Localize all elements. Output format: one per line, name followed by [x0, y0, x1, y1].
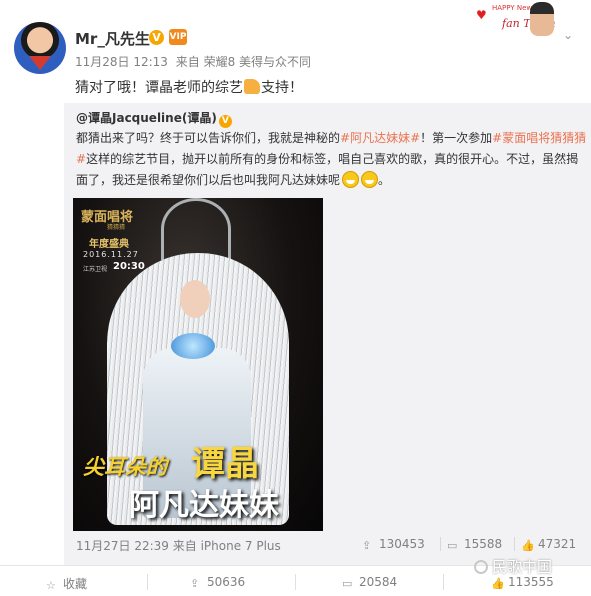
- poster-caption-3: 阿凡达妹妹: [129, 488, 279, 523]
- post-text-before: 猜对了哦！谭晶老师的综艺: [75, 80, 243, 96]
- like-icon: 👍: [521, 539, 535, 552]
- poster-time: 20:30: [113, 261, 145, 272]
- repost-meta: 11月27日 22:39 来自 iPhone 7 Plus: [76, 537, 281, 554]
- repost-likes[interactable]: 👍 47321: [521, 537, 576, 551]
- poster-date: 2016.11.27: [83, 250, 139, 259]
- post-meta: 11月28日 12:13 来自 荣耀8 美得与众不同: [75, 53, 315, 70]
- thumbs-up-icon: [244, 79, 260, 94]
- hashtag-avatar-sister[interactable]: #阿凡达妹妹#: [340, 131, 420, 145]
- repost-button[interactable]: ⇪ 50636: [190, 575, 245, 589]
- repost-source: 来自 iPhone 7 Plus: [172, 539, 281, 553]
- repost-comments[interactable]: ▭ 15588: [447, 537, 502, 551]
- grin-emoji-icon: [342, 171, 360, 188]
- repost-text: 都猜出来了吗？终于可以告诉你们，我就是神秘的#阿凡达妹妹#！第一次参加#蒙面唱将…: [76, 131, 587, 188]
- comment-icon: ▭: [342, 577, 353, 590]
- verified-badge: V: [149, 30, 164, 45]
- weibo-post: ♥ HAPPY New fan Tiffan Mr_凡先生 V VIP ⌄ 11…: [0, 0, 591, 596]
- banner-top-text: HAPPY New: [492, 4, 533, 12]
- post-text-after: 支持！: [261, 80, 303, 96]
- username[interactable]: Mr_凡先生: [75, 28, 150, 49]
- repost-author-name[interactable]: @谭晶Jacqueline(谭晶): [76, 111, 217, 125]
- repost-text-1: 都猜出来了吗？终于可以告诉你们，我就是神秘的: [76, 131, 341, 145]
- divider: [295, 574, 296, 590]
- heart-icon: ♥: [476, 8, 487, 22]
- post-text: 猜对了哦！谭晶老师的综艺 支持！: [75, 77, 303, 97]
- star-icon: ☆: [46, 579, 56, 592]
- repost-likes-count: 47321: [538, 537, 577, 551]
- poster-show-sub: 猜猜猜: [107, 224, 126, 231]
- avatar-emblem: [29, 56, 51, 70]
- repost-comments-count: 15588: [464, 537, 503, 551]
- favorite-label: 收藏: [63, 577, 88, 591]
- watermark: 民歌中国: [474, 556, 552, 577]
- footer-reposts-count: 50636: [207, 575, 246, 589]
- repost-icon: ⇪: [362, 539, 372, 552]
- repost-reposts[interactable]: ⇪ 130453: [362, 537, 425, 551]
- poster-channel: 江苏卫视: [83, 266, 108, 273]
- header-banner: ♥ HAPPY New fan Tiffan: [468, 0, 574, 40]
- favorite-button[interactable]: ☆ 收藏: [46, 575, 87, 592]
- repost-icon: ⇪: [190, 577, 200, 590]
- post-source: 来自 荣耀8 美得与众不同: [175, 55, 312, 69]
- grin-emoji-icon: [361, 171, 379, 188]
- divider: [443, 574, 444, 590]
- poster-event: 年度盛典: [89, 239, 129, 250]
- comment-icon: ▭: [447, 539, 458, 552]
- footer-comments-count: 20584: [359, 575, 398, 589]
- like-button[interactable]: 👍 113555: [491, 575, 554, 589]
- poster-mask-prop: [171, 333, 215, 359]
- divider: [514, 537, 515, 551]
- repost-verified-badge: V: [218, 115, 232, 128]
- footer-likes-count: 113555: [508, 575, 554, 589]
- banner-portrait: [530, 2, 554, 36]
- comment-button[interactable]: ▭ 20584: [342, 575, 397, 589]
- chevron-down-icon[interactable]: ⌄: [563, 29, 577, 41]
- poster-image[interactable]: 蒙面唱将 猜猜猜 年度盛典 2016.11.27 江苏卫视 20:30 尖耳朵的…: [73, 198, 323, 531]
- antler-headpiece: [161, 198, 231, 260]
- like-icon: 👍: [491, 577, 505, 590]
- poster-face: [180, 280, 210, 318]
- repost-timestamp[interactable]: 11月27日 22:39: [76, 539, 169, 553]
- repost-author[interactable]: @谭晶Jacqueline(谭晶) V: [76, 109, 232, 128]
- repost-reposts-count: 130453: [379, 537, 425, 551]
- repost-text-2: ！第一次参加: [420, 131, 493, 145]
- poster-caption-1: 尖耳朵的: [83, 454, 167, 479]
- poster-caption-2: 谭晶: [191, 444, 259, 484]
- repost-text-3: 这样的综艺节目，抛开以前所有的身份和标签，唱自己喜欢的歌，真的很开心。不过，虽然…: [76, 152, 579, 187]
- reposted-content: @谭晶Jacqueline(谭晶) V 都猜出来了吗？终于可以告诉你们，我就是神秘…: [64, 103, 591, 565]
- vip-badge[interactable]: VIP: [169, 29, 187, 45]
- watermark-text: 民歌中国: [492, 558, 553, 576]
- wechat-icon: [474, 560, 488, 574]
- divider: [147, 574, 148, 590]
- post-timestamp[interactable]: 11月28日 12:13: [75, 55, 168, 69]
- divider: [440, 537, 441, 551]
- avatar[interactable]: [14, 22, 66, 74]
